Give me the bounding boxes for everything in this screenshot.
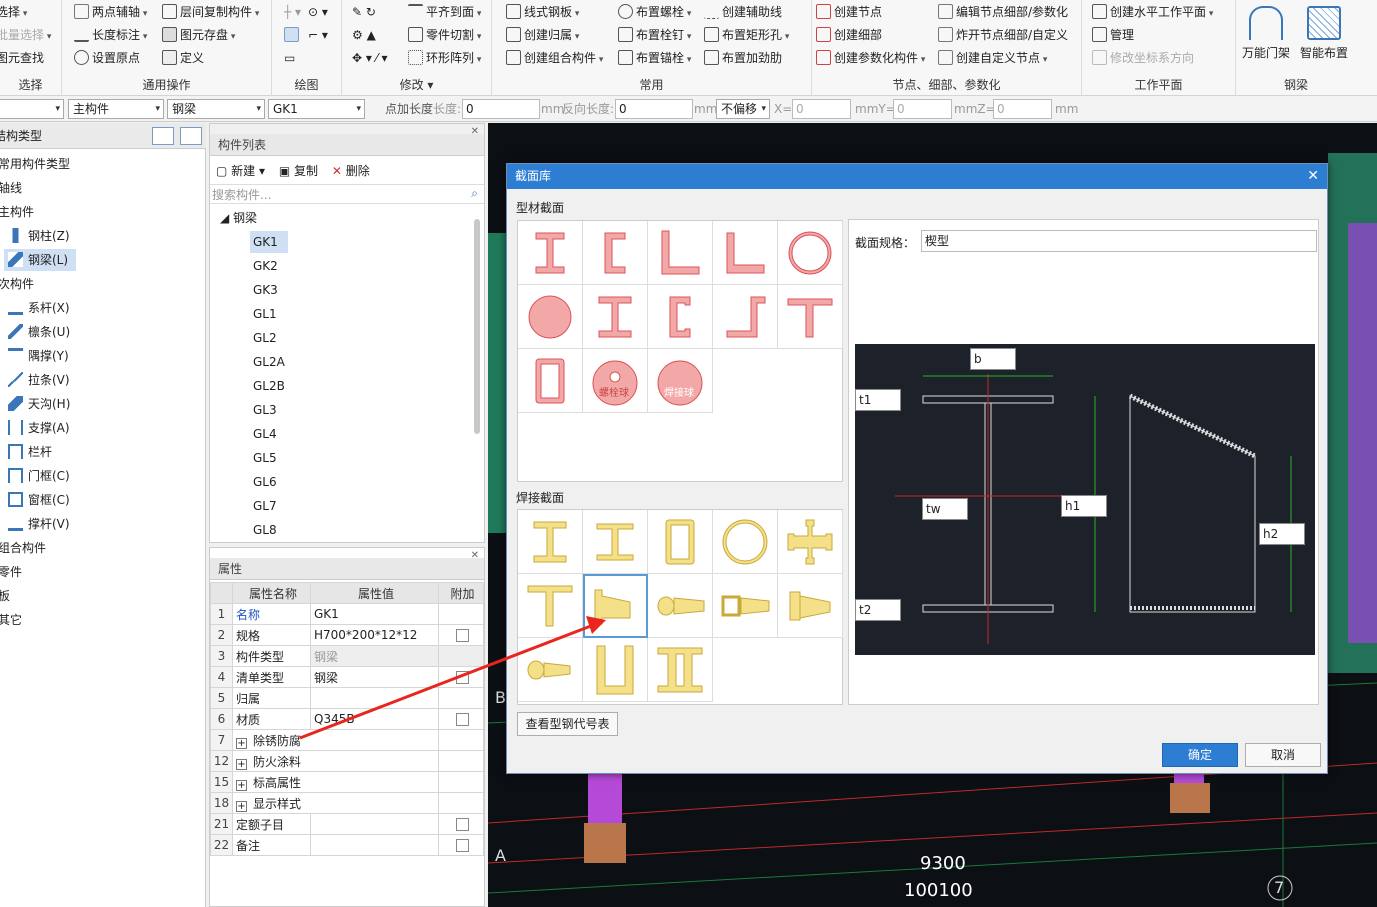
annotation-arrow [299,616,606,740]
